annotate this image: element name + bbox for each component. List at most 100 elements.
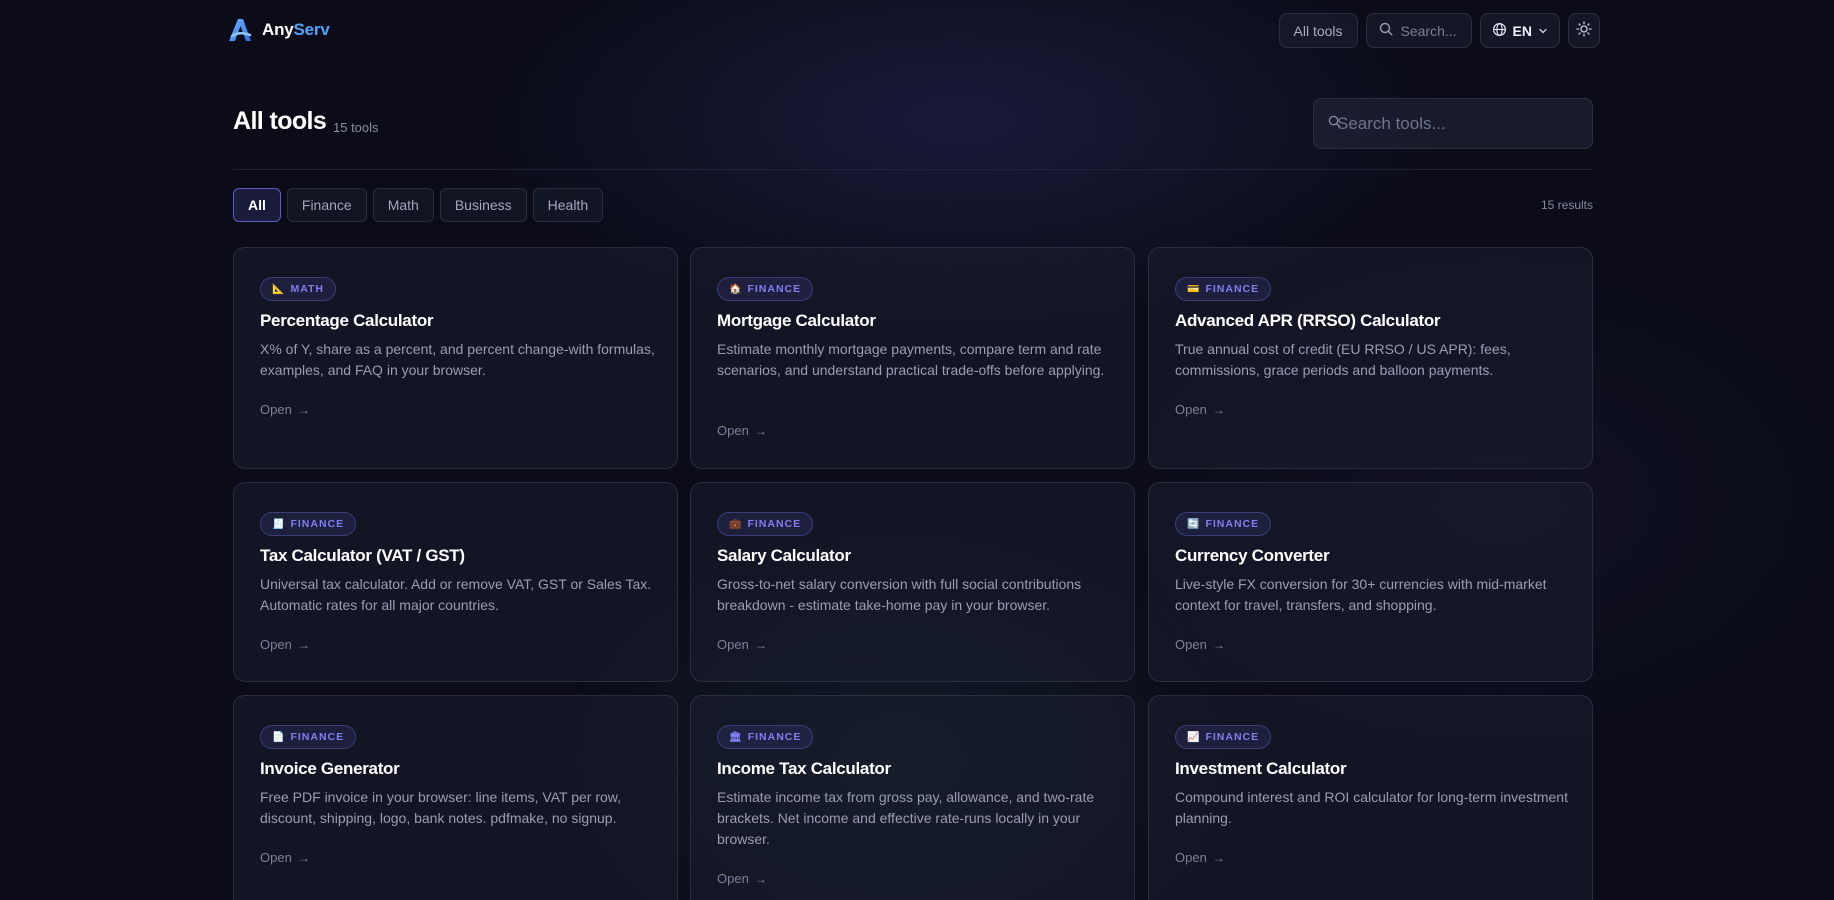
exchange-icon: 🔄 xyxy=(1187,518,1200,530)
theme-toggle-button[interactable] xyxy=(1568,13,1600,48)
header-divider xyxy=(233,169,1593,170)
filter-label: All xyxy=(248,197,266,213)
tool-description: Compound interest and ROI calculator for… xyxy=(1175,789,1568,826)
arrow-right-icon: → xyxy=(754,871,767,886)
filter-label: Health xyxy=(547,197,589,213)
open-label: Open xyxy=(260,850,292,865)
tool-description: True annual cost of credit (EU RRSO / US… xyxy=(1175,341,1511,378)
nav-actions: All tools Search... EN xyxy=(1278,13,1600,48)
arrow-right-icon: → xyxy=(297,637,310,652)
globe-icon xyxy=(1492,22,1507,40)
language-label: EN xyxy=(1512,22,1532,39)
category-badge: 🏛 FINANCE xyxy=(717,725,814,749)
arrow-right-icon: → xyxy=(1212,850,1225,865)
briefcase-icon: 💼 xyxy=(729,518,742,530)
filter-label: Math xyxy=(387,197,419,213)
tool-card[interactable]: 📈 FINANCE Investment Calculator Compound … xyxy=(1148,695,1593,900)
tool-card[interactable]: 🔄 FINANCE Currency Converter Live-style F… xyxy=(1148,482,1593,682)
tool-card[interactable]: 📐 MATH Percentage Calculator X% of Y, sha… xyxy=(233,247,678,469)
category-badge: 🏠 FINANCE xyxy=(717,277,814,301)
tool-description: Universal tax calculator. Add or remove … xyxy=(260,576,652,613)
tool-title: Tax Calculator (VAT / GST) xyxy=(260,546,465,565)
category-badge: 📐 MATH xyxy=(260,277,336,301)
filter-business[interactable]: Business xyxy=(439,188,527,222)
open-link[interactable]: Open → xyxy=(1175,850,1225,865)
badge-label: MATH xyxy=(290,283,324,295)
tool-card[interactable]: 💼 FINANCE Salary Calculator Gross-to-net … xyxy=(690,482,1135,682)
tool-card[interactable]: 🧾 FINANCE Tax Calculator (VAT / GST) Univ… xyxy=(233,482,678,682)
category-badge: 💼 FINANCE xyxy=(717,512,814,536)
results-count: 15 results xyxy=(1540,198,1593,212)
open-link[interactable]: Open → xyxy=(260,850,310,865)
badge-label: FINANCE xyxy=(747,518,802,530)
tools-search-box[interactable] xyxy=(1313,98,1593,149)
open-link[interactable]: Open → xyxy=(260,402,310,417)
arrow-right-icon: → xyxy=(297,402,310,417)
badge-label: FINANCE xyxy=(1205,283,1260,295)
tool-description: X% of Y, share as a percent, and percent… xyxy=(260,341,655,378)
category-badge: 📄 FINANCE xyxy=(260,725,357,749)
arrow-right-icon: → xyxy=(754,423,767,438)
open-link[interactable]: Open → xyxy=(717,871,767,886)
badge-label: FINANCE xyxy=(1205,731,1260,743)
tool-description: Free PDF invoice in your browser: line i… xyxy=(260,789,622,826)
open-link[interactable]: Open → xyxy=(717,423,767,438)
language-selector[interactable]: EN xyxy=(1479,13,1560,48)
arrow-right-icon: → xyxy=(1212,402,1225,417)
badge-label: FINANCE xyxy=(747,283,802,295)
filter-finance[interactable]: Finance xyxy=(286,188,367,222)
brand-name: AnyServ xyxy=(262,20,330,39)
ruler-icon: 📐 xyxy=(272,283,285,295)
badge-label: FINANCE xyxy=(290,518,345,530)
nav-search-placeholder: Search... xyxy=(1400,22,1457,39)
tool-description: Estimate income tax from gross pay, allo… xyxy=(717,789,1095,847)
open-link[interactable]: Open → xyxy=(1175,637,1225,652)
tool-description: Live-style FX conversion for 30+ currenc… xyxy=(1175,576,1547,613)
logo-icon xyxy=(226,16,254,44)
open-label: Open xyxy=(260,637,292,652)
tool-card[interactable]: 🏛 FINANCE Income Tax Calculator Estimate … xyxy=(690,695,1135,900)
tool-title: Percentage Calculator xyxy=(260,311,434,330)
tool-title: Mortgage Calculator xyxy=(717,311,876,330)
arrow-right-icon: → xyxy=(297,850,310,865)
search-icon xyxy=(1379,22,1393,39)
open-label: Open xyxy=(1175,850,1207,865)
tool-title: Invoice Generator xyxy=(260,759,400,778)
tool-description: Gross-to-net salary conversion with full… xyxy=(717,576,1082,613)
arrow-right-icon: → xyxy=(1212,637,1225,652)
category-badge: 📈 FINANCE xyxy=(1175,725,1272,749)
house-icon: 🏠 xyxy=(729,283,742,295)
bank-icon: 🏛 xyxy=(729,731,742,743)
filter-all[interactable]: All xyxy=(233,188,281,222)
category-badge: 🧾 FINANCE xyxy=(260,512,357,536)
open-label: Open xyxy=(1175,637,1207,652)
filter-label: Business xyxy=(454,197,512,213)
tool-card[interactable]: 💳 FINANCE Advanced APR (RRSO) Calculator … xyxy=(1148,247,1593,469)
badge-label: FINANCE xyxy=(290,731,345,743)
open-link[interactable]: Open → xyxy=(260,637,310,652)
category-badge: 💳 FINANCE xyxy=(1175,277,1272,301)
tool-description: Estimate monthly mortgage payments, comp… xyxy=(717,341,1105,378)
filter-health[interactable]: Health xyxy=(532,188,604,222)
document-icon: 📄 xyxy=(272,731,285,743)
filter-math[interactable]: Math xyxy=(372,188,434,222)
tool-title: Income Tax Calculator xyxy=(717,759,891,778)
open-link[interactable]: Open → xyxy=(1175,402,1225,417)
chart-up-icon: 📈 xyxy=(1187,731,1200,743)
category-badge: 🔄 FINANCE xyxy=(1175,512,1272,536)
brand-logo[interactable]: AnyServ xyxy=(226,16,330,44)
all-tools-label: All tools xyxy=(1293,22,1343,39)
open-link[interactable]: Open → xyxy=(717,637,767,652)
tool-count: 15 tools xyxy=(333,120,379,135)
open-label: Open xyxy=(717,423,749,438)
tool-card[interactable]: 🏠 FINANCE Mortgage Calculator Estimate mo… xyxy=(690,247,1135,469)
all-tools-button[interactable]: All tools xyxy=(1278,13,1358,48)
open-label: Open xyxy=(1175,402,1207,417)
chevron-down-icon xyxy=(1538,23,1548,39)
tools-search-input[interactable] xyxy=(1337,113,1577,134)
receipt-icon: 🧾 xyxy=(272,518,285,530)
tool-card[interactable]: 📄 FINANCE Invoice Generator Free PDF invo… xyxy=(233,695,678,900)
nav-search-button[interactable]: Search... xyxy=(1365,13,1472,48)
open-label: Open xyxy=(717,637,749,652)
open-label: Open xyxy=(260,402,292,417)
